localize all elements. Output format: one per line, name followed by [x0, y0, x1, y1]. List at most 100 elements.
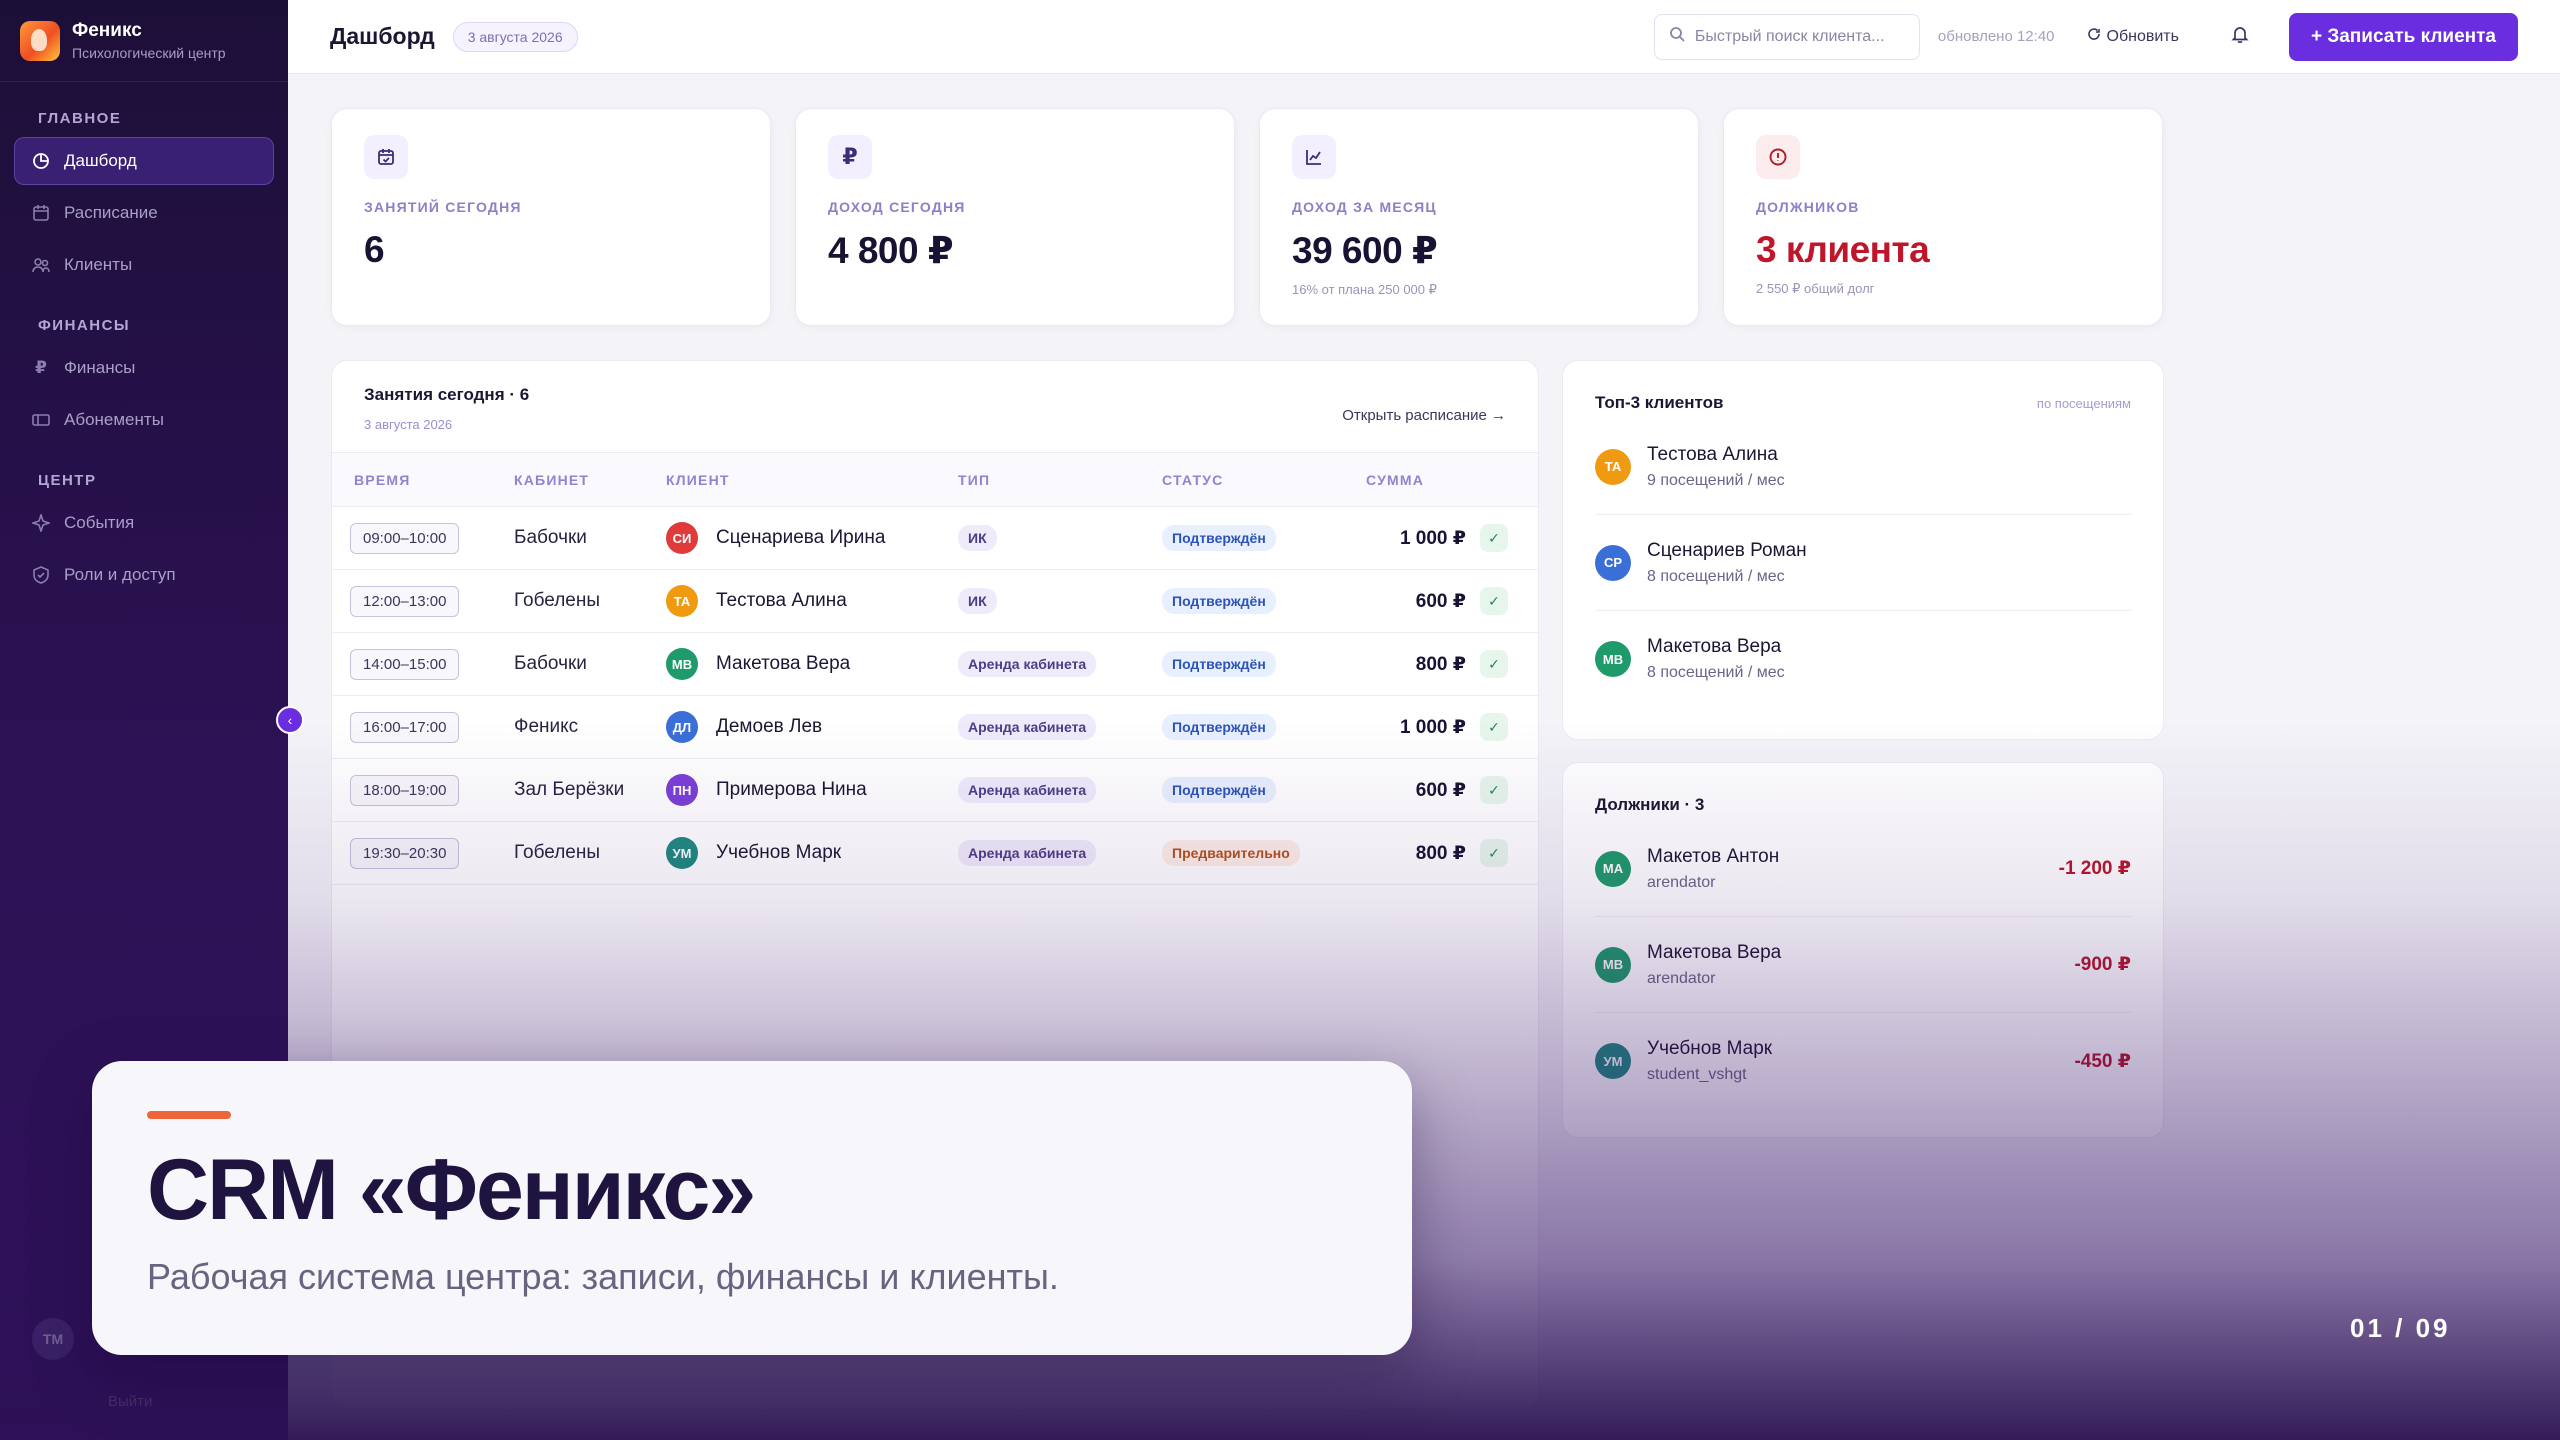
avatar: СР [1595, 544, 1631, 581]
page-title: Дашборд [330, 23, 435, 49]
client-name[interactable]: Сценариева Ирина [716, 527, 885, 549]
sidebar-item-label: Дашборд [64, 151, 137, 170]
type-badge: ИК [958, 525, 997, 551]
chart-icon [1292, 135, 1336, 179]
ticket-icon [32, 411, 50, 429]
debtors-card: Должники · 3 МА Макетов Антон arendator … [1562, 762, 2164, 1138]
sum-cell: 600 ₽ [1415, 590, 1466, 612]
updated-timestamp: обновлено 12:40 [1937, 28, 2055, 45]
notifications-button[interactable] [2231, 25, 2249, 48]
debt-amount: -1 200 ₽ [2058, 858, 2131, 879]
avatar: ТА [666, 585, 698, 617]
avatar: СИ [666, 522, 698, 554]
client-name: Сценариев Роман [1647, 539, 1807, 561]
table-row[interactable]: 14:00–15:00 Бабочки МВ Макетова Вера Аре… [332, 633, 1538, 696]
stat-value: 6 [364, 229, 385, 270]
status-badge: Подтверждён [1162, 714, 1276, 740]
client-name[interactable]: Тестова Алина [716, 590, 847, 612]
search-input[interactable] [1694, 27, 1895, 46]
sidebar-item-clients[interactable]: Клиенты [14, 241, 274, 289]
avatar: МВ [1595, 946, 1631, 983]
open-schedule-link[interactable]: Открыть расписание → [1342, 407, 1506, 428]
check-icon[interactable]: ✓ [1480, 650, 1508, 678]
list-item[interactable]: МА Макетов Антон arendator -1 200 ₽ [1595, 821, 2131, 917]
sidebar-collapse-button[interactable]: ‹ [276, 706, 304, 734]
table-row[interactable]: 09:00–10:00 Бабочки СИ Сценариева Ирина … [332, 507, 1538, 570]
debtor-role: arendator [1647, 969, 1716, 987]
brand[interactable]: Феникс Психологический центр [0, 0, 288, 82]
client-name[interactable]: Макетова Вера [716, 653, 850, 675]
logout-link[interactable]: Выйти [108, 1393, 152, 1410]
list-item[interactable]: МВ Макетова Вера arendator -900 ₽ [1595, 917, 2131, 1013]
room-cell: Зал Берёзки [514, 779, 625, 800]
table-row[interactable]: 19:30–20:30 Гобелены УМ Учебнов Марк Аре… [332, 822, 1538, 885]
stat-value: 3 клиента [1756, 229, 1930, 270]
client-name[interactable]: Учебнов Марк [716, 842, 841, 864]
avatar: МВ [666, 648, 698, 680]
sidebar-item-finance[interactable]: ₽ Финансы [14, 344, 274, 392]
sidebar-item-dashboard[interactable]: Дашборд [14, 137, 274, 185]
add-client-button[interactable]: + Записать клиента [2288, 12, 2518, 61]
client-name[interactable]: Демоев Лев [716, 716, 822, 738]
stat-card-debtors: ДОЛЖНИКОВ 3 клиента 2 550 ₽ общий долг [1723, 108, 2163, 326]
list-item[interactable]: МВ Макетова Вера 8 посещений / мес [1595, 611, 2131, 707]
type-badge: Аренда кабинета [958, 714, 1097, 740]
list-item[interactable]: ТА Тестова Алина 9 посещений / мес [1595, 419, 2131, 515]
client-name[interactable]: Примерова Нина [716, 779, 867, 801]
column-header: СУММА [1366, 471, 1425, 488]
sidebar-item-subscriptions[interactable]: Абонементы [14, 396, 274, 444]
check-icon[interactable]: ✓ [1480, 776, 1508, 804]
sidebar-item-label: Роли и доступ [64, 565, 176, 584]
check-icon[interactable]: ✓ [1480, 713, 1508, 741]
visits-count: 8 посещений / мес [1647, 664, 1785, 681]
calendar-check-icon [364, 135, 408, 179]
refresh-button[interactable]: Обновить [2087, 27, 2179, 46]
user-profile[interactable]: ТМ [32, 1318, 74, 1360]
sidebar-item-label: Расписание [64, 203, 158, 222]
column-header: ТИП [958, 471, 991, 488]
room-cell: Бабочки [514, 527, 587, 548]
sum-cell: 1 000 ₽ [1399, 527, 1466, 549]
status-badge: Подтверждён [1162, 525, 1276, 551]
sum-cell: 800 ₽ [1415, 653, 1466, 675]
debtor-name: Макетов Антон [1647, 845, 1780, 867]
status-badge: Подтверждён [1162, 588, 1276, 614]
sidebar-item-roles[interactable]: Роли и доступ [14, 551, 274, 599]
client-name: Тестова Алина [1647, 443, 1778, 465]
stat-subtext: 16% от плана 250 000 ₽ [1292, 282, 1437, 297]
sidebar-item-events[interactable]: События [14, 499, 274, 547]
type-badge: Аренда кабинета [958, 840, 1097, 866]
status-badge: Подтверждён [1162, 777, 1276, 803]
hero-subtitle: Рабочая система центра: записи, финансы … [147, 1256, 1059, 1297]
status-badge: Предварительно [1162, 840, 1300, 866]
time-badge: 09:00–10:00 [350, 522, 460, 554]
check-icon[interactable]: ✓ [1480, 524, 1508, 552]
stat-subtext: 2 550 ₽ общий долг [1756, 281, 1875, 296]
sum-cell: 600 ₽ [1415, 779, 1466, 801]
status-badge: Подтверждён [1162, 651, 1276, 677]
title-card: CRM «Феникс» Рабочая система центра: зап… [92, 1061, 1412, 1355]
list-item[interactable]: УМ Учебнов Марк student_vshgt -450 ₽ [1595, 1013, 2131, 1109]
list-item[interactable]: СР Сценариев Роман 8 посещений / мес [1595, 515, 2131, 611]
time-badge: 12:00–13:00 [350, 585, 460, 617]
sidebar-item-label: Абонементы [64, 410, 164, 429]
brand-subtitle: Психологический центр [72, 45, 226, 61]
debtor-name: Макетова Вера [1647, 941, 1782, 963]
sidebar-item-schedule[interactable]: Расписание [14, 189, 274, 237]
table-row[interactable]: 16:00–17:00 Феникс ДЛ Демоев Лев Аренда … [332, 696, 1538, 759]
refresh-label: Обновить [2106, 27, 2179, 45]
table-row[interactable]: 18:00–19:00 Зал Берёзки ПН Примерова Нин… [332, 759, 1538, 822]
shield-icon [32, 566, 50, 584]
sum-cell: 800 ₽ [1415, 842, 1466, 864]
debtor-name: Учебнов Марк [1647, 1038, 1773, 1059]
nav-section-center: ЦЕНТР [38, 472, 97, 489]
sessions-title: Занятия сегодня · 6 [364, 385, 530, 404]
check-icon[interactable]: ✓ [1480, 839, 1508, 867]
table-row[interactable]: 12:00–13:00 Гобелены ТА Тестова Алина ИК… [332, 570, 1538, 633]
nav-section-main: ГЛАВНОЕ [38, 110, 122, 127]
search-box[interactable] [1653, 13, 1920, 60]
stat-value: 39 600 ₽ [1292, 230, 1438, 271]
slide-counter: 01 / 09 [2350, 1313, 2451, 1343]
check-icon[interactable]: ✓ [1480, 587, 1508, 615]
avatar: МВ [1595, 641, 1631, 677]
